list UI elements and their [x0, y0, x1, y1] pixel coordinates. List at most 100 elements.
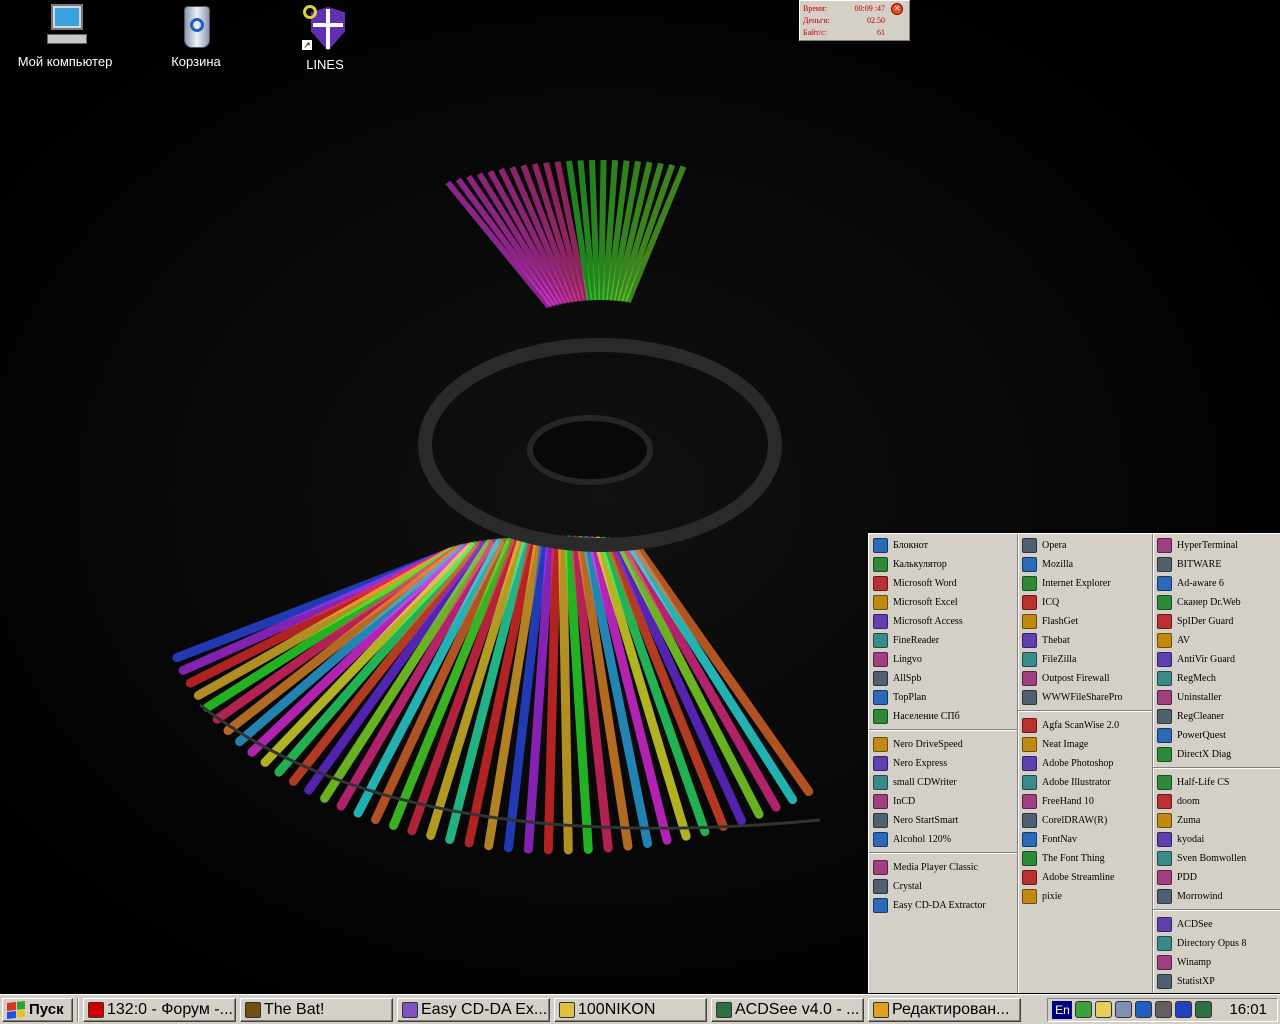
launcher-item[interactable]: FlashGet: [1018, 612, 1152, 631]
launcher-item[interactable]: The Font Thing: [1018, 849, 1152, 868]
monitor-icon[interactable]: [1115, 1001, 1133, 1018]
launcher-item[interactable]: Adobe Illustrator: [1018, 773, 1152, 792]
launcher-item[interactable]: Adobe Photoshop: [1018, 754, 1152, 773]
launcher-item[interactable]: Население СПб: [869, 707, 1017, 726]
app-icon: [873, 832, 888, 847]
clock[interactable]: 16:01: [1229, 1001, 1267, 1018]
launcher-item[interactable]: Mozilla: [1018, 555, 1152, 574]
launcher-item[interactable]: AntiVir Guard: [1153, 650, 1280, 669]
launcher-item[interactable]: PowerQuest: [1153, 726, 1280, 745]
launcher-item-label: Microsoft Access: [893, 616, 963, 627]
app-icon: [873, 671, 888, 686]
network-icon[interactable]: [1075, 1001, 1093, 1018]
acdsee-tray-icon[interactable]: [1195, 1001, 1213, 1018]
taskbar-button[interactable]: Редактирован...: [868, 997, 1021, 1022]
launcher-item[interactable]: FreeHand 10: [1018, 792, 1152, 811]
launcher-item[interactable]: Opera: [1018, 536, 1152, 555]
language-indicator[interactable]: En: [1052, 1000, 1073, 1019]
launcher-item[interactable]: Winamp: [1153, 953, 1280, 972]
launcher-item[interactable]: Directory Opus 8: [1153, 934, 1280, 953]
globe-icon[interactable]: [1135, 1001, 1153, 1018]
taskbar-button[interactable]: 100NIKON: [554, 997, 707, 1022]
desktop-icon-my-computer[interactable]: Мой компьютер: [0, 2, 130, 69]
app-icon: [1022, 595, 1037, 610]
launcher-item[interactable]: Калькулятор: [869, 555, 1017, 574]
launcher-item[interactable]: ICQ: [1018, 593, 1152, 612]
launcher-item-label: Adobe Photoshop: [1042, 758, 1114, 769]
start-button[interactable]: Пуск: [2, 997, 73, 1022]
launcher-item[interactable]: StatistXP: [1153, 972, 1280, 991]
launcher-item[interactable]: Microsoft Excel: [869, 593, 1017, 612]
launcher-item[interactable]: Microsoft Access: [869, 612, 1017, 631]
app-icon: [1157, 832, 1172, 847]
launcher-item[interactable]: Сканер Dr.Web: [1153, 593, 1280, 612]
launcher-item[interactable]: Internet Explorer: [1018, 574, 1152, 593]
launcher-item[interactable]: Sven Bomwollen: [1153, 849, 1280, 868]
launcher-item[interactable]: RegMech: [1153, 669, 1280, 688]
launcher-item[interactable]: Nero DriveSpeed: [869, 735, 1017, 754]
launcher-item[interactable]: Morrowind: [1153, 887, 1280, 906]
launcher-item[interactable]: Outpost Firewall: [1018, 669, 1152, 688]
computer-icon[interactable]: [1155, 1001, 1173, 1018]
launcher-item[interactable]: AV: [1153, 631, 1280, 650]
launcher-item[interactable]: TopPlan: [869, 688, 1017, 707]
launcher-item-label: Directory Opus 8: [1177, 938, 1247, 949]
launcher-item[interactable]: HyperTerminal: [1153, 536, 1280, 555]
launcher-item-label: Internet Explorer: [1042, 578, 1111, 589]
launcher-item[interactable]: doom: [1153, 792, 1280, 811]
help-icon[interactable]: [1175, 1001, 1193, 1018]
launcher-item-label: RegCleaner: [1177, 711, 1225, 722]
launcher-item[interactable]: Neat Image: [1018, 735, 1152, 754]
taskbar-button[interactable]: The Bat!: [240, 997, 393, 1022]
launcher-item[interactable]: DirectX Diag: [1153, 745, 1280, 764]
launcher-item[interactable]: Easy CD-DA Extractor: [869, 896, 1017, 915]
launcher-item[interactable]: Crystal: [869, 877, 1017, 896]
launcher-item[interactable]: CorelDRAW(R): [1018, 811, 1152, 830]
launcher-item[interactable]: kyodai: [1153, 830, 1280, 849]
launcher-item[interactable]: InCD: [869, 792, 1017, 811]
launcher-item[interactable]: SpIDer Guard: [1153, 612, 1280, 631]
launcher-item[interactable]: Nero StartSmart: [869, 811, 1017, 830]
connection-monitor[interactable]: Время: 00:09 :47 Деньги: 02.50 Байт/с: 6…: [799, 0, 910, 41]
launcher-item[interactable]: WWWFileSharePro: [1018, 688, 1152, 707]
edit-icon: [873, 1001, 889, 1018]
close-icon[interactable]: ✕: [891, 3, 903, 15]
launcher-item[interactable]: AllSpb: [869, 669, 1017, 688]
money-label: Деньги:: [803, 16, 830, 25]
launcher-item[interactable]: Zuma: [1153, 811, 1280, 830]
launcher-item[interactable]: PDD: [1153, 868, 1280, 887]
launcher-item[interactable]: RegCleaner: [1153, 707, 1280, 726]
launcher-item[interactable]: Lingvo: [869, 650, 1017, 669]
launcher-item[interactable]: FileZilla: [1018, 650, 1152, 669]
app-icon: [1157, 974, 1172, 989]
launcher-item[interactable]: Блокнот: [869, 536, 1017, 555]
launcher-group: Half-Life CS doom Zuma kyodai Sven Bomwollen…: [1153, 773, 1280, 910]
launcher-item-label: Блокнот: [893, 540, 929, 551]
taskbar-button[interactable]: 132:0 - Форум -...: [83, 997, 236, 1022]
launcher-item[interactable]: Thebat: [1018, 631, 1152, 650]
launcher-item[interactable]: FontNav: [1018, 830, 1152, 849]
launcher-item-label: TopPlan: [893, 692, 927, 703]
taskbar-button[interactable]: Easy CD-DA Ex...: [397, 997, 550, 1022]
launcher-item[interactable]: Uninstaller: [1153, 688, 1280, 707]
launcher-item[interactable]: Adobe Streamline: [1018, 868, 1152, 887]
launcher-item[interactable]: Media Player Classic: [869, 858, 1017, 877]
launcher-item[interactable]: Ad-aware 6: [1153, 574, 1280, 593]
launcher-item[interactable]: FineReader: [869, 631, 1017, 650]
desktop-icon-recycle-bin[interactable]: Корзина: [131, 2, 261, 69]
launcher-item[interactable]: Alcohol 120%: [869, 830, 1017, 849]
launcher-item[interactable]: small CDWriter: [869, 773, 1017, 792]
launcher-item[interactable]: ACDSee: [1153, 915, 1280, 934]
launcher-item-label: Калькулятор: [893, 559, 947, 570]
launcher-item[interactable]: pixie: [1018, 887, 1152, 906]
launcher-item[interactable]: Agfa ScanWise 2.0: [1018, 716, 1152, 735]
speaker-icon[interactable]: [1095, 1001, 1113, 1018]
launcher-item-label: Сканер Dr.Web: [1177, 597, 1241, 608]
launcher-item[interactable]: BITWARE: [1153, 555, 1280, 574]
launcher-item[interactable]: Microsoft Word: [869, 574, 1017, 593]
app-icon: [873, 633, 888, 648]
launcher-item[interactable]: Nero Express: [869, 754, 1017, 773]
desktop-icon-lines[interactable]: ↗ LINES: [260, 5, 390, 72]
taskbar-button[interactable]: ACDSee v4.0 - ...: [711, 997, 864, 1022]
launcher-item[interactable]: Half-Life CS: [1153, 773, 1280, 792]
